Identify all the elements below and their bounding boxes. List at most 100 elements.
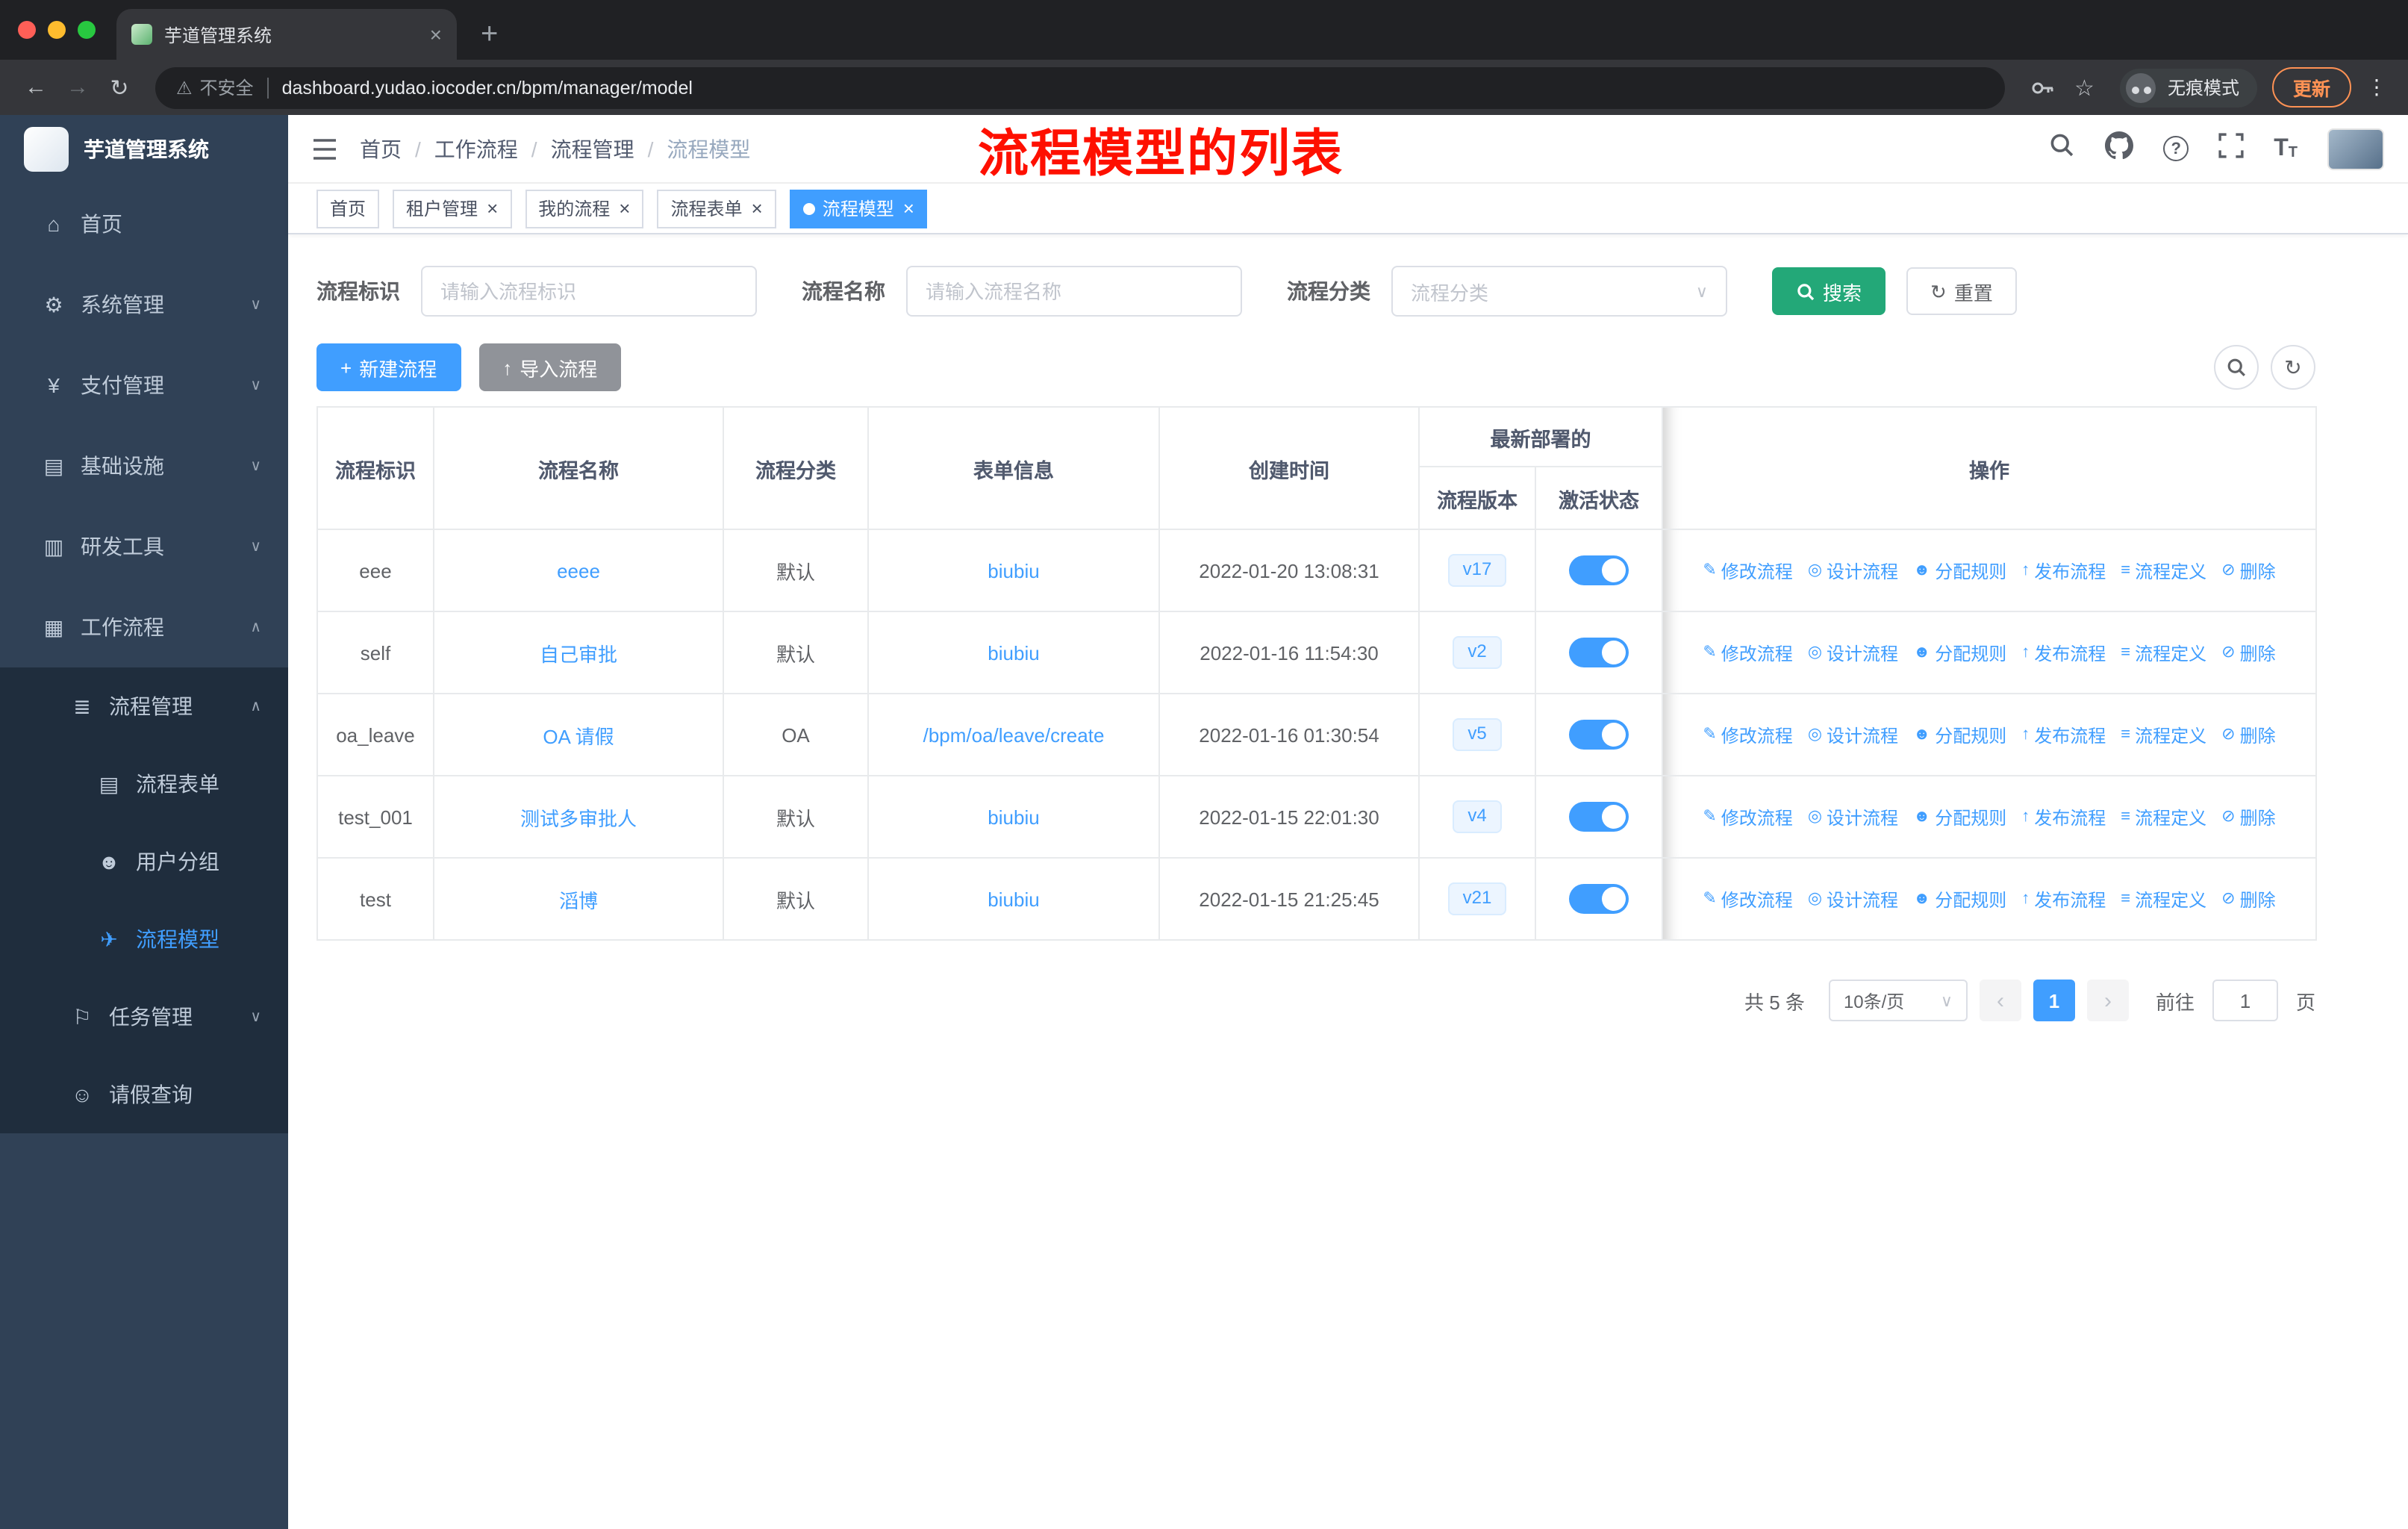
row-action-link[interactable]: ☻ 分配规则: [1913, 558, 2006, 583]
sidebar-collapse-icon[interactable]: [312, 138, 337, 159]
minimize-window-button[interactable]: [48, 21, 66, 39]
user-avatar[interactable]: [2327, 128, 2384, 169]
process-name-link[interactable]: 滔博: [559, 889, 598, 912]
form-info-link[interactable]: /bpm/oa/leave/create: [923, 723, 1105, 746]
row-action-link[interactable]: ⊘ 删除: [2221, 722, 2275, 747]
close-window-button[interactable]: [18, 21, 36, 39]
process-name-link[interactable]: eeee: [557, 559, 600, 582]
row-action-link[interactable]: ☻ 分配规则: [1913, 640, 2006, 665]
breadcrumb-item[interactable]: 流程模型: [667, 134, 750, 164]
sidebar-item[interactable]: ▥ 研发工具 ∨: [0, 506, 288, 587]
tag-close-icon[interactable]: ×: [487, 197, 498, 219]
row-action-link[interactable]: ◎ 设计流程: [1808, 804, 1898, 829]
prev-page-button[interactable]: ‹: [1979, 980, 2021, 1021]
sidebar-item[interactable]: ≣ 流程管理 ∧: [0, 667, 288, 745]
help-icon[interactable]: ?: [2163, 136, 2189, 161]
process-name-link[interactable]: 测试多审批人: [520, 807, 637, 829]
process-name-link[interactable]: OA 请假: [543, 725, 614, 747]
next-page-button[interactable]: ›: [2086, 980, 2129, 1021]
page-tag[interactable]: 我的流程 ×: [525, 189, 644, 228]
search-icon[interactable]: [2048, 131, 2075, 166]
row-action-link[interactable]: ↑ 发布流程: [2021, 640, 2106, 665]
sidebar-item[interactable]: ✈ 流程模型: [0, 900, 288, 978]
sidebar-item[interactable]: ⚙ 系统管理 ∨: [0, 264, 288, 345]
active-toggle[interactable]: [1569, 884, 1629, 914]
tag-close-icon[interactable]: ×: [903, 197, 914, 219]
browser-tab[interactable]: 芋道管理系统 ×: [116, 9, 457, 60]
category-select[interactable]: 流程分类 ∨: [1391, 266, 1727, 317]
page-size-select[interactable]: 10条/页 ∨: [1828, 980, 1968, 1021]
row-action-link[interactable]: ⊘ 删除: [2221, 640, 2275, 665]
breadcrumb-item[interactable]: 首页: [360, 134, 434, 164]
sidebar-item[interactable]: ⌂ 首页: [0, 184, 288, 264]
page-tag[interactable]: 租户管理 ×: [393, 189, 512, 228]
row-action-link[interactable]: ↑ 发布流程: [2021, 804, 2106, 829]
row-action-link[interactable]: ✎ 修改流程: [1703, 558, 1792, 583]
goto-page-input[interactable]: [2212, 980, 2278, 1021]
row-action-link[interactable]: ✎ 修改流程: [1703, 886, 1792, 912]
process-name-input[interactable]: [906, 266, 1242, 317]
page-tag[interactable]: 首页 ×: [316, 189, 380, 228]
row-action-link[interactable]: ☻ 分配规则: [1913, 722, 2006, 747]
row-action-link[interactable]: ✎ 修改流程: [1703, 804, 1792, 829]
row-action-link[interactable]: ↑ 发布流程: [2021, 886, 2106, 912]
search-button[interactable]: 搜索: [1772, 267, 1886, 315]
row-action-link[interactable]: ≡ 流程定义: [2121, 886, 2206, 912]
row-action-link[interactable]: ≡ 流程定义: [2121, 722, 2206, 747]
row-action-link[interactable]: ◎ 设计流程: [1808, 886, 1898, 912]
maximize-window-button[interactable]: [78, 21, 96, 39]
sidebar-item[interactable]: ▦ 工作流程 ∧: [0, 587, 288, 667]
create-process-button[interactable]: + 新建流程: [316, 343, 461, 391]
row-action-link[interactable]: ≡ 流程定义: [2121, 640, 2206, 665]
row-action-link[interactable]: ☻ 分配规则: [1913, 886, 2006, 912]
font-size-icon[interactable]: TT: [2274, 136, 2298, 161]
reload-icon[interactable]: ↻: [99, 74, 140, 101]
update-button[interactable]: 更新: [2271, 67, 2351, 108]
active-toggle[interactable]: [1569, 720, 1629, 750]
form-info-link[interactable]: biubiu: [988, 806, 1039, 828]
row-action-link[interactable]: ✎ 修改流程: [1703, 722, 1792, 747]
row-action-link[interactable]: ⊘ 删除: [2221, 804, 2275, 829]
breadcrumb-item[interactable]: 工作流程: [434, 134, 551, 164]
forward-icon[interactable]: →: [57, 75, 99, 100]
row-action-link[interactable]: ◎ 设计流程: [1808, 640, 1898, 665]
key-icon[interactable]: [2030, 75, 2053, 99]
refresh-table-button[interactable]: ↻: [2271, 345, 2315, 390]
row-action-link[interactable]: ⊘ 删除: [2221, 558, 2275, 583]
security-warning[interactable]: ⚠ 不安全: [176, 75, 254, 100]
back-icon[interactable]: ←: [15, 75, 57, 100]
form-info-link[interactable]: biubiu: [988, 641, 1039, 664]
process-name-link[interactable]: 自己审批: [540, 643, 617, 665]
row-action-link[interactable]: ≡ 流程定义: [2121, 804, 2206, 829]
active-toggle[interactable]: [1569, 638, 1629, 667]
import-process-button[interactable]: ↑ 导入流程: [478, 343, 622, 391]
fullscreen-icon[interactable]: [2218, 132, 2244, 165]
active-toggle[interactable]: [1569, 555, 1629, 585]
row-action-link[interactable]: ↑ 发布流程: [2021, 558, 2106, 583]
form-info-link[interactable]: biubiu: [988, 559, 1039, 582]
reset-button[interactable]: ↻ 重置: [1906, 267, 2017, 315]
active-toggle[interactable]: [1569, 802, 1629, 832]
row-action-link[interactable]: ◎ 设计流程: [1808, 722, 1898, 747]
bookmark-star-icon[interactable]: ☆: [2074, 74, 2094, 101]
row-action-link[interactable]: ✎ 修改流程: [1703, 640, 1792, 665]
tag-close-icon[interactable]: ×: [752, 197, 763, 219]
sidebar-item[interactable]: ▤ 基础设施 ∨: [0, 426, 288, 506]
current-page-button[interactable]: 1: [2033, 980, 2075, 1021]
process-id-input[interactable]: [421, 266, 757, 317]
page-tag[interactable]: 流程模型 ×: [789, 189, 928, 228]
tab-close-icon[interactable]: ×: [430, 22, 442, 46]
form-info-link[interactable]: biubiu: [988, 888, 1039, 910]
row-action-link[interactable]: ≡ 流程定义: [2121, 558, 2206, 583]
sidebar-item[interactable]: ☻ 用户分组: [0, 823, 288, 900]
sidebar-item[interactable]: ¥ 支付管理 ∨: [0, 345, 288, 426]
new-tab-button[interactable]: +: [481, 19, 498, 49]
browser-menu-icon[interactable]: ⋮: [2366, 75, 2387, 100]
row-action-link[interactable]: ☻ 分配规则: [1913, 804, 2006, 829]
row-action-link[interactable]: ⊘ 删除: [2221, 886, 2275, 912]
tag-close-icon[interactable]: ×: [619, 197, 630, 219]
address-bar[interactable]: ⚠ 不安全 dashboard.yudao.iocoder.cn/bpm/man…: [155, 66, 2005, 108]
row-action-link[interactable]: ↑ 发布流程: [2021, 722, 2106, 747]
breadcrumb-item[interactable]: 流程管理: [551, 134, 667, 164]
page-tag[interactable]: 流程表单 ×: [657, 189, 776, 228]
